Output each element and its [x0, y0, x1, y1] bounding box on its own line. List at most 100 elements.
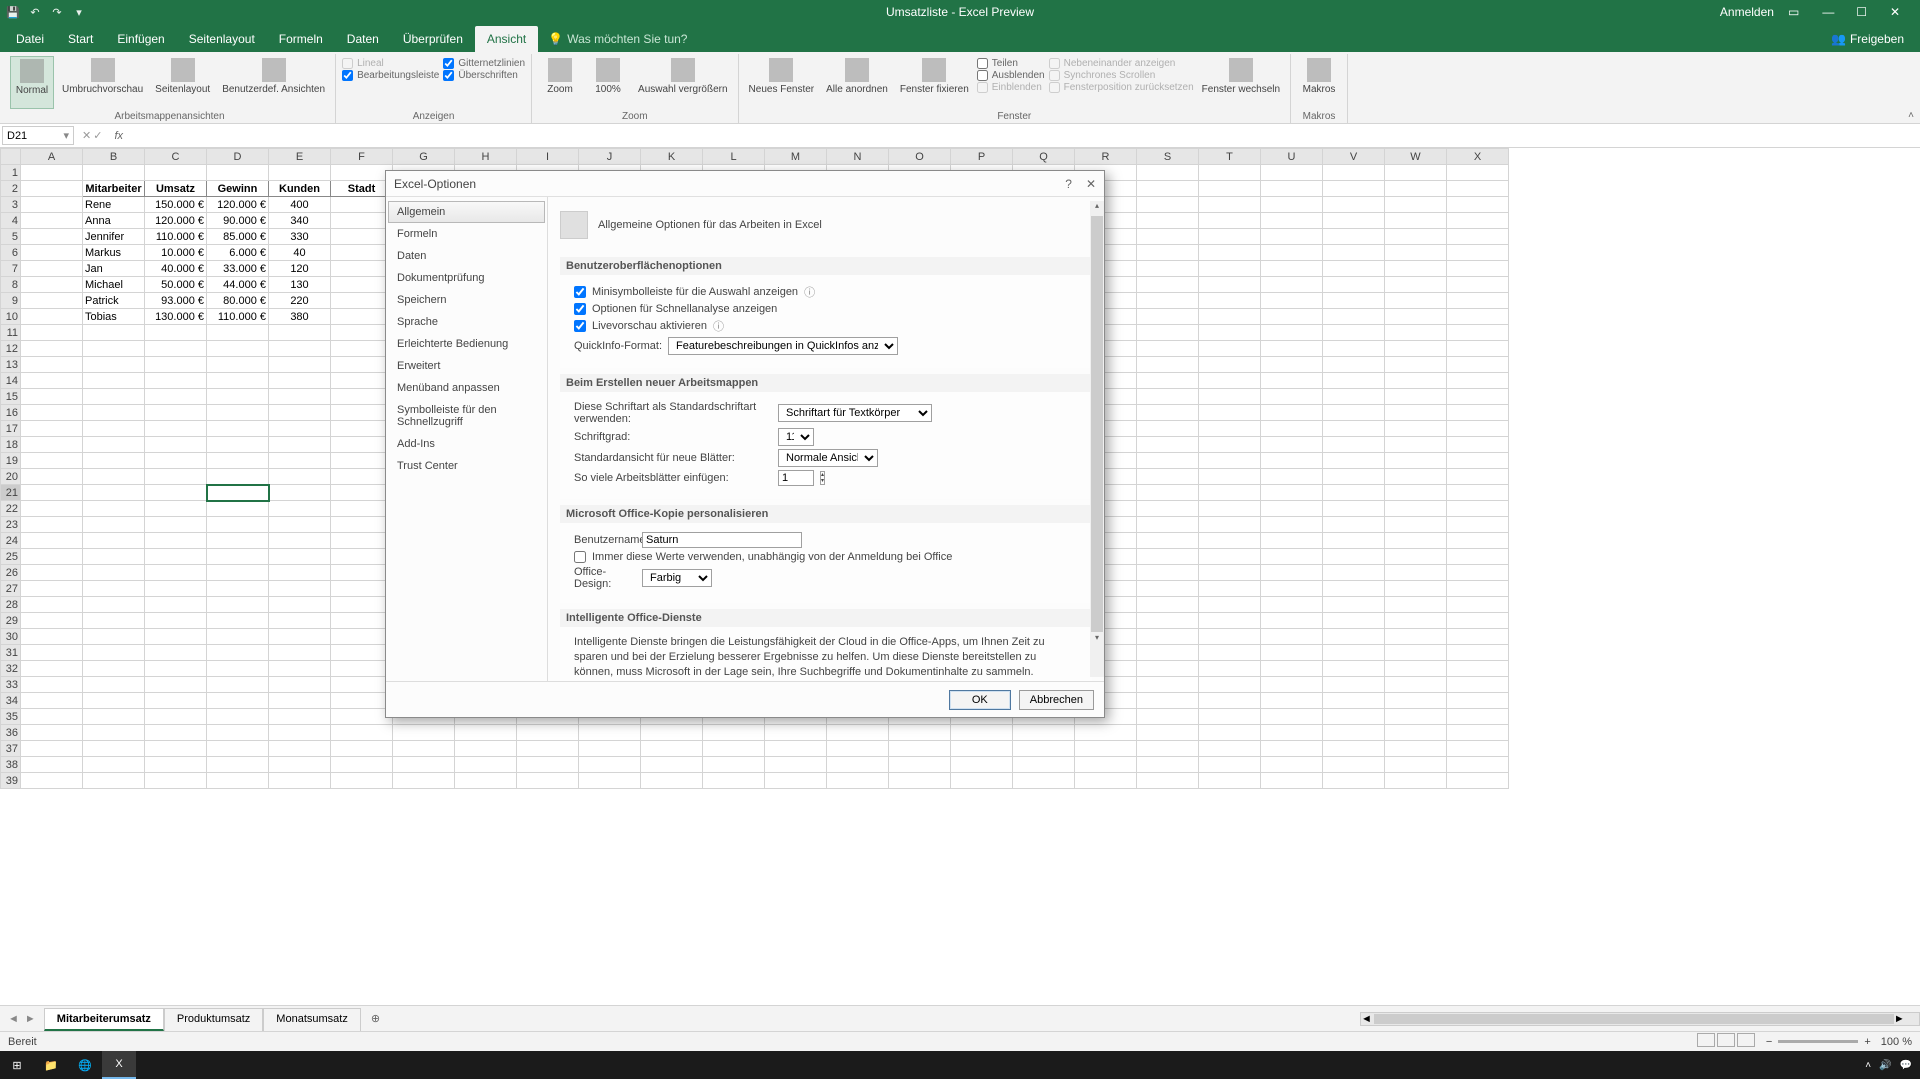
cell[interactable] — [1199, 181, 1261, 197]
options-category[interactable]: Erleichterte Bedienung — [388, 333, 545, 355]
options-category[interactable]: Add-Ins — [388, 433, 545, 455]
cell[interactable] — [21, 517, 83, 533]
cell[interactable] — [207, 165, 269, 181]
cell[interactable] — [1261, 629, 1323, 645]
cell[interactable] — [1385, 533, 1447, 549]
cell[interactable] — [1199, 709, 1261, 725]
cell[interactable] — [455, 725, 517, 741]
cell[interactable] — [1199, 581, 1261, 597]
sheet-nav-next-icon[interactable]: ► — [25, 1013, 36, 1025]
zoom-selection-button[interactable]: Auswahl vergrößern — [634, 56, 731, 109]
cell[interactable] — [1199, 357, 1261, 373]
cell[interactable] — [207, 533, 269, 549]
cell[interactable] — [1385, 661, 1447, 677]
cell[interactable] — [145, 597, 207, 613]
cell[interactable] — [579, 741, 641, 757]
cell[interactable] — [331, 549, 393, 565]
cell[interactable] — [1261, 693, 1323, 709]
column-header[interactable]: J — [579, 149, 641, 165]
cell[interactable] — [83, 437, 145, 453]
cell[interactable] — [765, 741, 827, 757]
cell[interactable] — [145, 709, 207, 725]
sheets-count-input[interactable] — [778, 470, 814, 486]
cell[interactable]: 340 — [269, 213, 331, 229]
zoom-100-button[interactable]: 100% — [586, 56, 630, 109]
cell[interactable] — [889, 725, 951, 741]
cell[interactable] — [1199, 197, 1261, 213]
tab-start[interactable]: Start — [56, 26, 105, 52]
cell[interactable] — [269, 741, 331, 757]
cell[interactable] — [269, 581, 331, 597]
cell[interactable] — [269, 469, 331, 485]
column-header[interactable]: I — [517, 149, 579, 165]
cell[interactable]: Stadt — [331, 181, 393, 197]
cell[interactable] — [21, 613, 83, 629]
cell[interactable] — [1199, 293, 1261, 309]
cell[interactable] — [1013, 741, 1075, 757]
cell[interactable] — [21, 485, 83, 501]
cell[interactable] — [83, 629, 145, 645]
cell[interactable] — [1261, 453, 1323, 469]
cell[interactable] — [1385, 165, 1447, 181]
cell[interactable] — [1447, 773, 1509, 789]
cell[interactable]: 85.000 € — [207, 229, 269, 245]
cell[interactable] — [21, 629, 83, 645]
always-values-checkbox[interactable] — [574, 551, 586, 563]
cell[interactable] — [1137, 517, 1199, 533]
row-header[interactable]: 2 — [1, 181, 21, 197]
cell[interactable] — [1323, 501, 1385, 517]
formula-bar-checkbox[interactable]: Bearbeitungsleiste — [342, 70, 439, 81]
row-header[interactable]: 20 — [1, 469, 21, 485]
cell[interactable] — [1323, 469, 1385, 485]
cell[interactable] — [1199, 421, 1261, 437]
cell[interactable] — [1447, 421, 1509, 437]
cell[interactable] — [1385, 325, 1447, 341]
cell[interactable] — [1199, 533, 1261, 549]
column-header[interactable]: M — [765, 149, 827, 165]
qat-customize-icon[interactable]: ▾ — [72, 5, 86, 19]
cell[interactable] — [1385, 469, 1447, 485]
cell[interactable] — [1385, 405, 1447, 421]
row-header[interactable]: 3 — [1, 197, 21, 213]
cell[interactable] — [951, 773, 1013, 789]
row-header[interactable]: 1 — [1, 165, 21, 181]
cell[interactable] — [83, 469, 145, 485]
cell[interactable] — [1137, 661, 1199, 677]
cell[interactable] — [1385, 197, 1447, 213]
default-view-select[interactable]: Normale Ansicht — [778, 449, 878, 467]
cell[interactable] — [21, 341, 83, 357]
cell[interactable] — [1261, 725, 1323, 741]
cell[interactable] — [1199, 309, 1261, 325]
cell[interactable] — [207, 645, 269, 661]
dialog-scrollbar-thumb[interactable] — [1091, 216, 1103, 632]
cell[interactable] — [1199, 245, 1261, 261]
cell[interactable] — [1385, 421, 1447, 437]
cell[interactable] — [269, 373, 331, 389]
macros-button[interactable]: Makros — [1297, 56, 1341, 109]
cell[interactable] — [1447, 341, 1509, 357]
cell[interactable] — [145, 453, 207, 469]
cell[interactable] — [331, 645, 393, 661]
options-category[interactable]: Allgemein — [388, 201, 545, 223]
cell[interactable] — [517, 773, 579, 789]
cell[interactable] — [1447, 357, 1509, 373]
row-header[interactable]: 36 — [1, 725, 21, 741]
cell[interactable] — [207, 453, 269, 469]
font-size-select[interactable]: 11 — [778, 428, 814, 446]
cell[interactable] — [1447, 533, 1509, 549]
cell[interactable] — [1261, 757, 1323, 773]
cell[interactable] — [331, 613, 393, 629]
cell[interactable] — [1447, 469, 1509, 485]
cell[interactable] — [207, 725, 269, 741]
cell[interactable] — [1385, 357, 1447, 373]
cell[interactable] — [1137, 565, 1199, 581]
cell[interactable] — [1137, 485, 1199, 501]
cell[interactable]: 130.000 € — [145, 309, 207, 325]
cell[interactable] — [703, 741, 765, 757]
cell[interactable]: 50.000 € — [145, 277, 207, 293]
row-header[interactable]: 27 — [1, 581, 21, 597]
cell[interactable] — [21, 181, 83, 197]
cell[interactable] — [1323, 213, 1385, 229]
cell[interactable] — [1137, 453, 1199, 469]
zoom-level[interactable]: 100 % — [1881, 1036, 1912, 1048]
